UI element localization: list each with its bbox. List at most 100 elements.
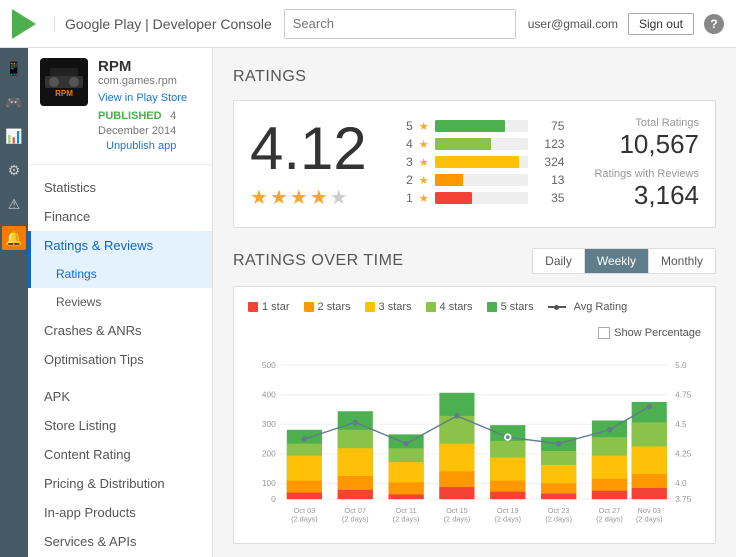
svg-text:4.75: 4.75: [675, 389, 692, 399]
sidebar-icon-speaker[interactable]: 🔔: [2, 226, 26, 250]
bar-bg-4: [435, 138, 529, 150]
sidebar-icon-gamepad[interactable]: 🎮: [2, 90, 26, 114]
big-rating-score: 4.12: [250, 119, 367, 179]
help-button[interactable]: ?: [704, 14, 724, 34]
svg-text:300: 300: [262, 419, 276, 429]
svg-text:400: 400: [262, 389, 276, 399]
ratings-totals: Total Ratings 10,567 Ratings with Review…: [594, 117, 699, 211]
nav-item-optimisation[interactable]: Optimisation Tips: [28, 345, 212, 374]
nav-item-store-listing[interactable]: Store Listing: [28, 411, 212, 440]
svg-text:(2 days): (2 days): [545, 514, 572, 523]
header-title: Google Play | Developer Console: [54, 16, 272, 32]
svg-text:5.0: 5.0: [675, 360, 687, 370]
app-info-header: RPM RPM com.games.rpm View in Play Store…: [28, 58, 212, 165]
sign-out-button[interactable]: Sign out: [628, 13, 694, 35]
sidebar-icon-settings[interactable]: ⚙: [2, 158, 26, 182]
logo: Google Play | Developer Console: [12, 9, 272, 39]
svg-text:(2 days): (2 days): [291, 514, 318, 523]
svg-text:200: 200: [262, 449, 276, 459]
bar-bg-2: [435, 174, 529, 186]
ratings-bars: 5 ★ 75 4 ★ 123 3 ★ 324: [397, 119, 565, 209]
total-value: 10,567: [594, 129, 699, 160]
app-status: PUBLISHED: [98, 110, 162, 122]
svg-text:4.25: 4.25: [675, 449, 692, 459]
svg-text:(2 days): (2 days): [636, 514, 663, 523]
bar-fill-5: [435, 120, 505, 132]
daily-btn[interactable]: Daily: [533, 249, 585, 273]
nav-item-pricing[interactable]: Pricing & Distribution: [28, 469, 212, 498]
sidebar-icon-database[interactable]: 📊: [2, 124, 26, 148]
bar-row-2: 2 ★ 13: [397, 173, 565, 187]
play-logo-icon: [12, 9, 42, 39]
chart-area: 500 400 300 200 100 0 5.0 4.75 4.5 4.25 …: [248, 349, 701, 529]
star-3: ★: [290, 185, 308, 210]
bar-row-5: 5 ★ 75: [397, 119, 565, 133]
bar-bg-3: [435, 156, 529, 168]
nav-item-inapp[interactable]: In-app Products: [28, 498, 212, 527]
nav-item-finance[interactable]: Finance: [28, 202, 212, 231]
show-percentage: Show Percentage: [598, 327, 701, 339]
ratings-card: 4.12 ★ ★ ★ ★ ★ 5 ★ 75 4: [233, 100, 716, 228]
nav-item-apk[interactable]: APK: [28, 382, 212, 411]
monthly-btn[interactable]: Monthly: [649, 249, 715, 273]
show-percentage-label: Show Percentage: [614, 327, 701, 339]
nav-item-statistics[interactable]: Statistics: [28, 173, 212, 202]
nav-item-ratings[interactable]: Ratings: [28, 260, 212, 288]
bar-row-4: 4 ★ 123: [397, 137, 565, 151]
svg-text:100: 100: [262, 478, 276, 488]
svg-text:4.0: 4.0: [675, 478, 687, 488]
legend-4star: 4 stars: [426, 301, 473, 313]
bar-row-3: 3 ★ 324: [397, 155, 565, 169]
reviews-value: 3,164: [594, 180, 699, 211]
app-info: RPM com.games.rpm View in Play Store PUB…: [98, 58, 200, 152]
app-package: com.games.rpm: [98, 75, 200, 87]
star-1: ★: [250, 185, 268, 210]
legend-3star: 3 stars: [365, 301, 412, 313]
svg-text:0: 0: [271, 494, 276, 504]
nav-item-crashes[interactable]: Crashes & ANRs: [28, 316, 212, 345]
bar-fill-3: [435, 156, 519, 168]
view-in-store-link[interactable]: View in Play Store: [98, 92, 187, 104]
legend-dot-3star: [365, 302, 375, 312]
chart-legend: 1 star 2 stars 3 stars 4 stars 5 stars: [248, 301, 701, 339]
bar-bg-5: [435, 120, 529, 132]
nav-item-ratings-reviews[interactable]: Ratings & Reviews: [28, 231, 212, 260]
svg-text:(2 days): (2 days): [494, 514, 521, 523]
svg-text:(2 days): (2 days): [444, 514, 471, 523]
star-4: ★: [310, 185, 328, 210]
ratings-section-title: RATINGS: [233, 68, 716, 86]
nav-sidebar: RPM RPM com.games.rpm View in Play Store…: [28, 48, 213, 557]
icon-sidebar: 📱 🎮 📊 ⚙ ⚠ 🔔: [0, 48, 28, 557]
svg-text:(2 days): (2 days): [393, 514, 420, 523]
nav-item-services[interactable]: Services & APIs: [28, 527, 212, 556]
stars-row: ★ ★ ★ ★ ★: [250, 185, 367, 210]
legend-dot-1star: [248, 302, 258, 312]
user-email: user@gmail.com: [528, 17, 618, 31]
chart-card: 1 star 2 stars 3 stars 4 stars 5 stars: [233, 286, 716, 544]
svg-text:RPM: RPM: [55, 89, 73, 98]
bar-fill-2: [435, 174, 463, 186]
legend-dot-4star: [426, 302, 436, 312]
time-section-title: RATINGS OVER TIME: [233, 252, 404, 270]
app-header: Google Play | Developer Console user@gma…: [0, 0, 736, 48]
chart-svg: 500 400 300 200 100 0 5.0 4.75 4.5 4.25 …: [248, 349, 701, 529]
legend-dot-2star: [304, 302, 314, 312]
legend-avg: Avg Rating: [548, 301, 628, 313]
search-input[interactable]: [284, 9, 516, 39]
show-percentage-checkbox[interactable]: [598, 327, 610, 339]
nav-item-content-rating[interactable]: Content Rating: [28, 440, 212, 469]
nav-item-reviews[interactable]: Reviews: [28, 288, 212, 316]
legend-2star: 2 stars: [304, 301, 351, 313]
ratings-score-block: 4.12 ★ ★ ★ ★ ★: [250, 119, 367, 210]
sidebar-icon-android[interactable]: 📱: [2, 56, 26, 80]
svg-text:4.5: 4.5: [675, 419, 687, 429]
weekly-btn[interactable]: Weekly: [585, 249, 649, 273]
star-2: ★: [270, 185, 288, 210]
header-right: user@gmail.com Sign out ?: [528, 13, 724, 35]
bar-fill-1: [435, 192, 473, 204]
bar-bg-1: [435, 192, 529, 204]
sidebar-icon-warning[interactable]: ⚠: [2, 192, 26, 216]
main-content: RATINGS 4.12 ★ ★ ★ ★ ★ 5 ★ 75: [213, 48, 736, 557]
unpublish-link[interactable]: Unpublish app: [106, 140, 176, 152]
legend-dot-5star: [487, 302, 497, 312]
